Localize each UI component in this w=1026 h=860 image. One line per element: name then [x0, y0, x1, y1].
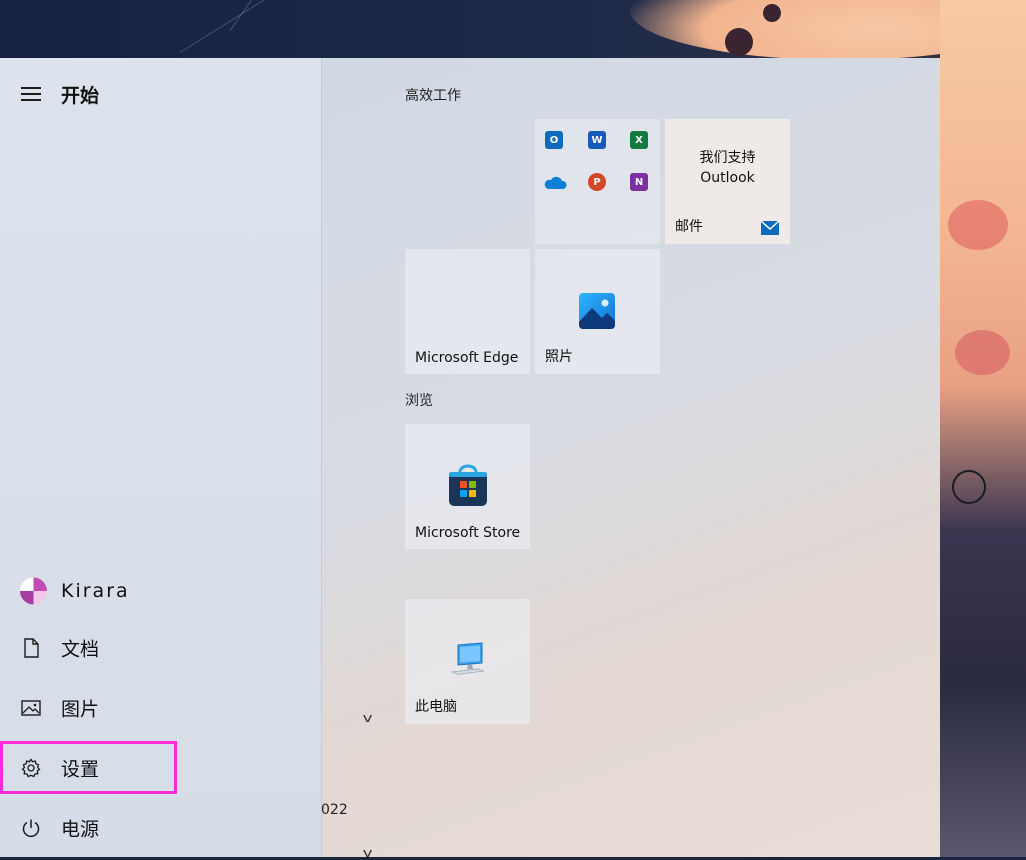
wallpaper-artwork — [725, 28, 753, 56]
wallpaper-artwork — [952, 470, 986, 504]
group-label-browse: 浏览 — [405, 393, 433, 409]
user-account-button[interactable]: Kirara — [0, 563, 321, 619]
mail-tile-line-2: Outlook — [700, 170, 755, 186]
hamburger-menu-icon[interactable] — [21, 87, 41, 101]
settings-highlight-box — [0, 741, 177, 794]
app-list-fragment: 022 — [321, 802, 348, 818]
start-menu: 开始 Kirara 文档 图片 设置 电源 v v 022 高效工作 O W X… — [0, 58, 940, 860]
photos-tile-label: 照片 — [545, 349, 573, 365]
nav-power[interactable]: 电源 — [0, 800, 321, 856]
word-icon: W — [588, 131, 606, 149]
power-icon — [22, 819, 40, 838]
store-tile-label: Microsoft Store — [415, 525, 521, 541]
outlook-icon: O — [545, 131, 563, 149]
powerpoint-icon: P — [588, 173, 606, 191]
store-icon — [449, 464, 487, 506]
photos-tile[interactable]: 照片 — [535, 249, 660, 374]
nav-pictures[interactable]: 图片 — [0, 680, 321, 736]
wallpaper-artwork — [955, 330, 1010, 375]
wallpaper-artwork — [763, 4, 781, 22]
mail-tile-message: 我们支持 Outlook — [665, 148, 790, 188]
document-icon — [24, 638, 39, 658]
wallpaper-artwork — [948, 200, 1008, 250]
start-left-pane: 开始 Kirara 文档 图片 设置 电源 — [0, 58, 322, 857]
group-label-productivity: 高效工作 — [405, 88, 461, 104]
nav-documents-label: 文档 — [61, 638, 100, 661]
nav-power-label: 电源 — [61, 818, 100, 841]
edge-tile-label: Microsoft Edge — [415, 350, 519, 366]
edge-tile[interactable]: Microsoft Edge — [405, 249, 530, 374]
this-pc-tile-label: 此电脑 — [415, 699, 457, 715]
nav-pictures-label: 图片 — [61, 698, 100, 721]
user-name: Kirara — [61, 580, 130, 602]
mail-tile-line-1: 我们支持 — [699, 150, 756, 166]
nav-documents[interactable]: 文档 — [0, 620, 321, 676]
onenote-icon: N — [630, 173, 648, 191]
computer-icon — [450, 642, 485, 675]
office-apps-tile[interactable]: O W X P N — [535, 119, 660, 244]
wallpaper-right-strip — [940, 0, 1026, 857]
excel-icon: X — [630, 131, 648, 149]
mail-tile-label: 邮件 — [675, 219, 703, 235]
user-avatar — [20, 577, 47, 605]
start-title: 开始 — [61, 85, 100, 107]
mail-tile[interactable]: 我们支持 Outlook 邮件 — [665, 119, 790, 244]
chevron-down-icon[interactable]: v — [363, 846, 373, 860]
pictures-icon — [21, 700, 41, 716]
photos-icon — [579, 293, 615, 329]
chevron-down-icon[interactable]: v — [363, 711, 373, 725]
mail-icon — [760, 220, 780, 235]
store-tile[interactable]: Microsoft Store — [405, 424, 530, 549]
onedrive-icon — [544, 176, 567, 189]
this-pc-tile[interactable]: 此电脑 — [405, 599, 530, 724]
